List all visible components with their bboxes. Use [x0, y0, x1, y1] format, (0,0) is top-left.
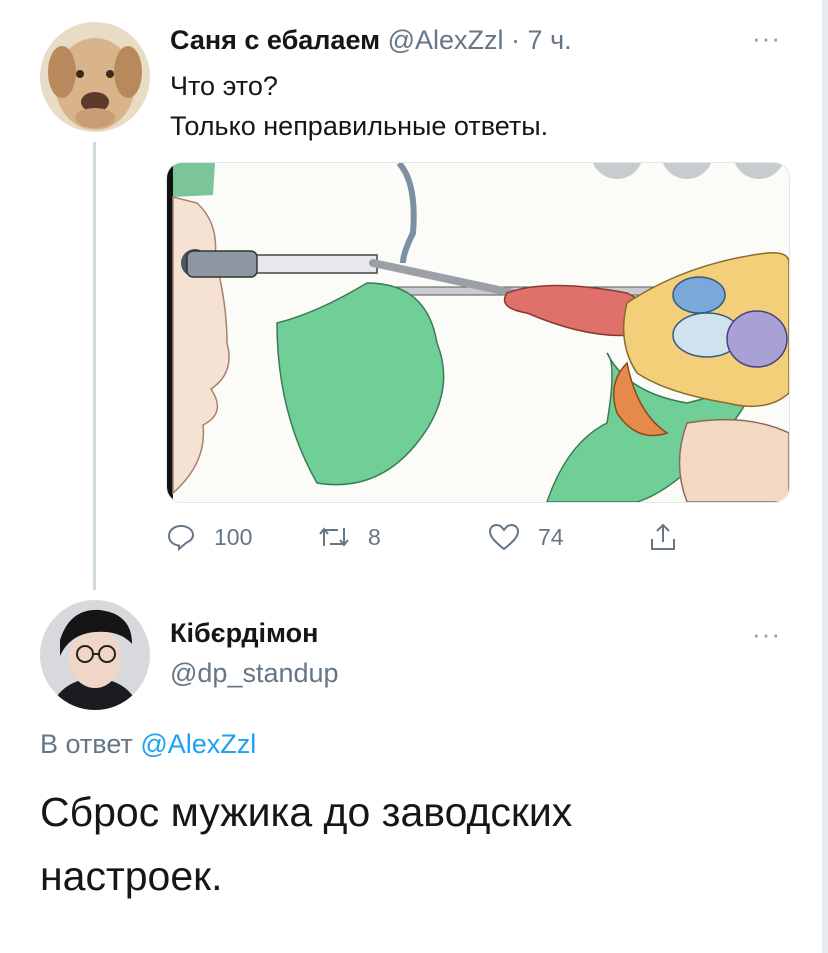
person-avatar-image [40, 600, 150, 710]
reply-context: В ответ @AlexZzl [40, 727, 256, 761]
thread-line [93, 142, 96, 590]
screen-edge [822, 0, 828, 953]
author-name[interactable]: Кібєрдімон [170, 617, 318, 649]
heart-icon [488, 523, 520, 551]
avatar[interactable] [40, 22, 150, 132]
dog-avatar-image [40, 22, 150, 132]
reply-prefix: В ответ [40, 729, 141, 759]
reply-count: 100 [214, 523, 253, 550]
reply-icon [167, 524, 195, 552]
tweet-text-line: Только неправильные ответы. [170, 111, 549, 141]
share-icon [651, 523, 675, 550]
more-options-icon[interactable]: ··· [752, 621, 781, 647]
avatar[interactable] [40, 600, 150, 710]
retweet-icon [319, 527, 349, 547]
reply-button[interactable]: 100 [166, 522, 252, 552]
tweet-text-line: Что это? [170, 71, 278, 101]
retweet-count: 8 [368, 523, 381, 550]
reply-mention-link[interactable]: @AlexZzl [140, 729, 256, 759]
more-options-icon[interactable]: ··· [752, 25, 781, 51]
tweet-media[interactable] [166, 162, 790, 503]
tweet-time[interactable]: 7 ч. [528, 25, 572, 55]
tweet-text: Что это? Только неправильные ответы. [170, 66, 548, 146]
retweet-button[interactable]: 8 [318, 522, 381, 552]
author-name[interactable]: Саня с ебалаем [170, 25, 380, 55]
author-handle[interactable]: @AlexZzl [388, 25, 504, 55]
tweet-actions: 100 8 74 [166, 522, 706, 558]
like-button[interactable]: 74 [488, 522, 564, 552]
tweet-text: Сброс мужика до заводских настроек. [40, 789, 573, 899]
medical-illustration [167, 163, 789, 502]
separator: · [503, 25, 528, 55]
like-count: 74 [538, 523, 564, 550]
share-button[interactable] [648, 522, 696, 552]
author-handle[interactable]: @dp_standup [170, 657, 339, 689]
tweet-header: Саня с ебалаем @AlexZzl · 7 ч. [170, 24, 572, 56]
